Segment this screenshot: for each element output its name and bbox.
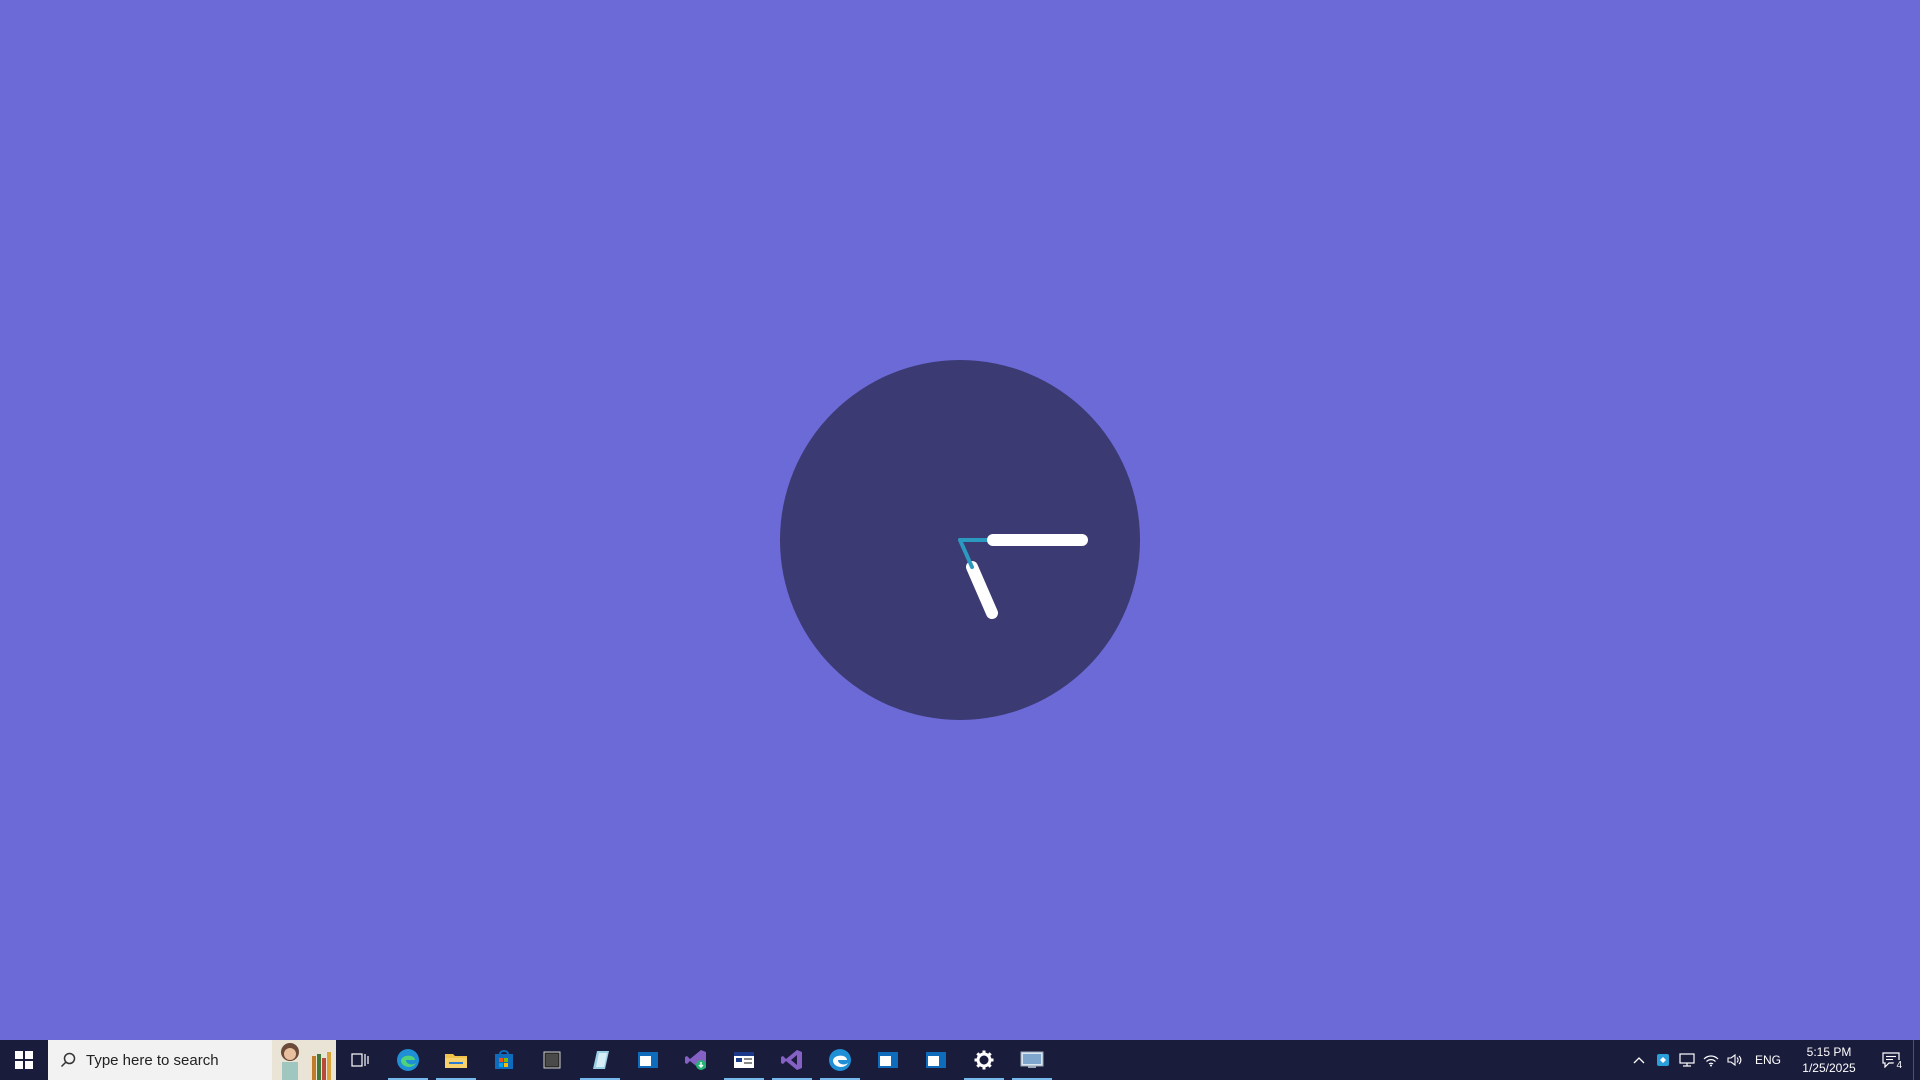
taskbar-app-calendar[interactable]	[720, 1040, 768, 1080]
tray-display-button[interactable]	[1675, 1040, 1699, 1080]
window-app-3-icon	[926, 1052, 946, 1068]
taskbar-app-edge[interactable]	[384, 1040, 432, 1080]
input-language-indicator[interactable]: ENG	[1747, 1053, 1789, 1067]
editor-icon	[593, 1051, 609, 1069]
window-app-2-icon	[878, 1052, 898, 1068]
speaker-icon	[1727, 1053, 1742, 1067]
search-highlight-illustration-icon	[272, 1040, 336, 1080]
remote-desktop-icon	[1020, 1051, 1044, 1068]
tray-app-icon	[1656, 1054, 1669, 1066]
taskbar-app-window[interactable]	[624, 1040, 672, 1080]
edge-dev-icon	[829, 1049, 851, 1071]
taskbar-app-remote-desktop[interactable]	[1008, 1040, 1056, 1080]
terminal-icon	[543, 1051, 561, 1069]
taskbar-app-window-2[interactable]	[864, 1040, 912, 1080]
taskbar-app-window-3[interactable]	[912, 1040, 960, 1080]
analog-clock-widget	[780, 360, 1140, 720]
store-icon	[495, 1050, 513, 1069]
taskbar-app-settings[interactable]	[960, 1040, 1008, 1080]
visual-studio-icon	[781, 1050, 802, 1070]
task-view-button[interactable]	[336, 1040, 384, 1080]
taskbar-app-visual-studio-installer[interactable]	[672, 1040, 720, 1080]
search-placeholder: Type here to search	[86, 1051, 219, 1069]
desktop	[0, 0, 1920, 1040]
start-button[interactable]	[0, 1040, 48, 1080]
notification-center-button[interactable]: 4	[1869, 1040, 1913, 1080]
tray-network-button[interactable]	[1699, 1040, 1723, 1080]
clock-date-button[interactable]: 5:15 PM 1/25/2025	[1789, 1044, 1869, 1076]
calendar-app-icon	[734, 1052, 754, 1068]
search-box[interactable]: Type here to search	[48, 1040, 336, 1080]
taskbar: Type here to search ENG 5:15 PM 1/25/202…	[0, 1040, 1920, 1080]
show-hidden-icons-button[interactable]	[1627, 1040, 1651, 1080]
chevron-up-icon	[1633, 1057, 1645, 1064]
windows-logo-icon	[15, 1051, 33, 1069]
taskbar-app-edge-dev[interactable]	[816, 1040, 864, 1080]
clock-svg	[780, 360, 1140, 720]
search-highlight-image[interactable]	[272, 1040, 336, 1080]
edge-icon	[397, 1049, 419, 1071]
taskbar-apps	[336, 1040, 1056, 1080]
system-tray: ENG 5:15 PM 1/25/2025 4	[1627, 1040, 1920, 1080]
tray-time: 5:15 PM	[1806, 1045, 1852, 1059]
taskbar-app-file-explorer[interactable]	[432, 1040, 480, 1080]
monitor-icon	[1679, 1053, 1695, 1067]
show-desktop-button[interactable]	[1913, 1040, 1920, 1080]
taskbar-app-visual-studio[interactable]	[768, 1040, 816, 1080]
settings-gear-icon	[974, 1050, 994, 1070]
tray-date: 1/25/2025	[1802, 1061, 1856, 1075]
notification-count-badge: 4	[1893, 1060, 1905, 1072]
wifi-icon	[1703, 1055, 1719, 1067]
search-icon	[60, 1052, 76, 1068]
taskbar-app-terminal[interactable]	[528, 1040, 576, 1080]
taskbar-app-store[interactable]	[480, 1040, 528, 1080]
task-view-icon	[351, 1053, 369, 1067]
tray-app-button[interactable]	[1651, 1040, 1675, 1080]
visual-studio-installer-icon	[685, 1050, 706, 1070]
taskbar-app-editor[interactable]	[576, 1040, 624, 1080]
tray-volume-button[interactable]	[1723, 1040, 1747, 1080]
file-explorer-icon	[445, 1054, 467, 1068]
window-app-icon	[638, 1052, 658, 1068]
